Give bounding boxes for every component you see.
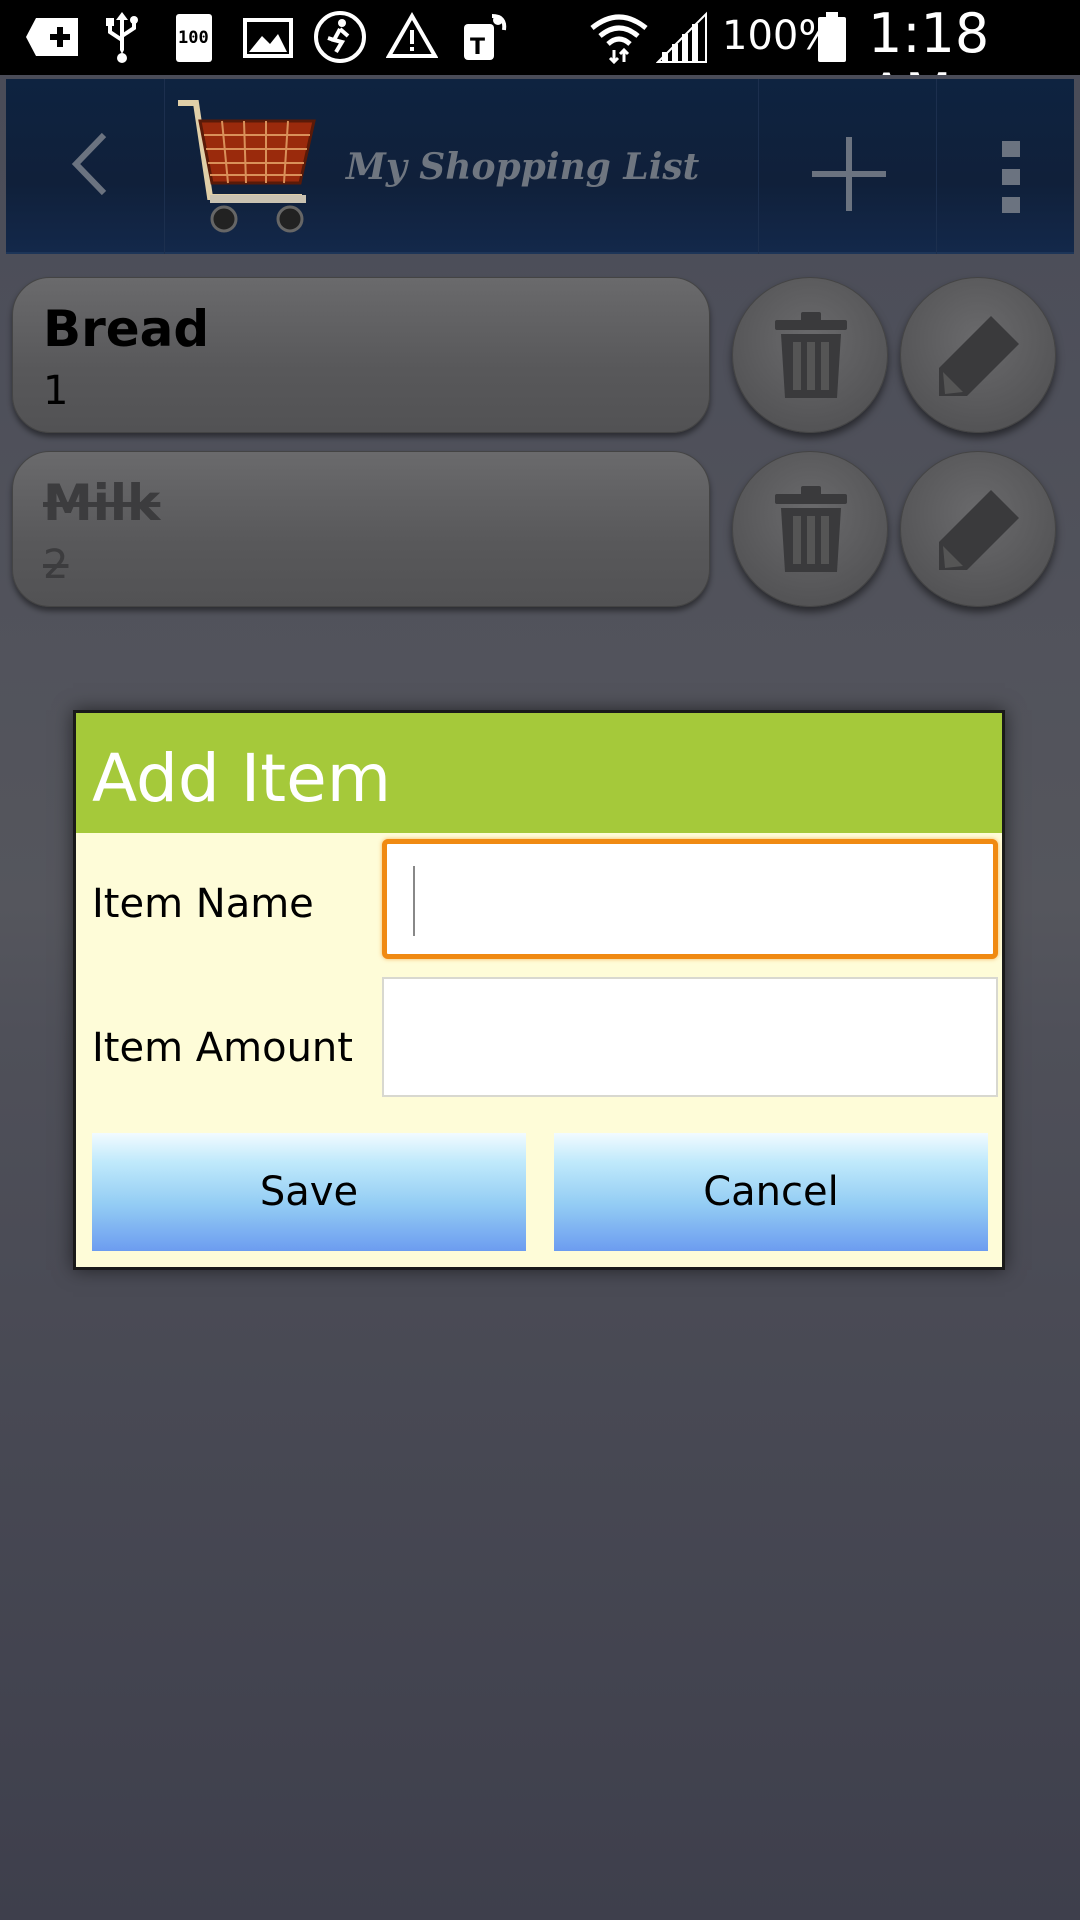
list-item[interactable]: Bread 1 bbox=[12, 277, 710, 433]
cancel-button[interactable]: Cancel bbox=[554, 1133, 988, 1251]
shopping-cart-logo bbox=[178, 100, 316, 233]
list-item[interactable]: Milk 2 bbox=[12, 451, 710, 607]
dialog-header: Add Item bbox=[76, 713, 1002, 833]
image-icon bbox=[243, 18, 293, 58]
pencil-icon bbox=[939, 490, 1019, 570]
add-icon[interactable] bbox=[806, 131, 892, 217]
overflow-menu-icon[interactable] bbox=[991, 137, 1031, 217]
back-icon[interactable] bbox=[46, 119, 136, 209]
item-amount: 2 bbox=[43, 542, 69, 588]
action-bar-divider bbox=[758, 79, 759, 254]
item-amount-label: Item Amount bbox=[92, 1025, 353, 1071]
warning-icon bbox=[386, 11, 438, 58]
delete-item-button[interactable] bbox=[732, 277, 888, 433]
delete-item-button[interactable] bbox=[732, 451, 888, 607]
text-caret bbox=[413, 866, 415, 936]
item-name: Milk bbox=[43, 474, 161, 532]
pencil-icon bbox=[939, 316, 1019, 396]
item-name: Bread bbox=[43, 300, 210, 358]
usb-icon bbox=[106, 12, 138, 63]
trash-icon bbox=[775, 312, 847, 398]
item-name-input[interactable] bbox=[382, 839, 998, 959]
add-notification-icon bbox=[26, 18, 78, 56]
battery-saver-badge: 100 bbox=[178, 28, 209, 48]
action-bar-divider bbox=[164, 79, 165, 254]
trash-icon bbox=[775, 486, 847, 572]
wifi-icon bbox=[590, 14, 648, 64]
action-bar: My Shopping List bbox=[6, 79, 1074, 254]
dialog-title: Add Item bbox=[92, 740, 391, 817]
fitness-icon bbox=[314, 11, 366, 63]
signal-icon bbox=[656, 11, 707, 63]
save-button[interactable]: Save bbox=[92, 1133, 526, 1251]
battery-saver-icon: 100 bbox=[176, 14, 212, 62]
svg-text:T: T bbox=[470, 35, 485, 60]
add-item-dialog: Add Item Item Name Item Amount Save Canc… bbox=[73, 710, 1005, 1270]
edit-item-button[interactable] bbox=[900, 451, 1056, 607]
battery-icon bbox=[818, 12, 846, 62]
item-amount-input[interactable] bbox=[382, 977, 998, 1097]
app-title: My Shopping List bbox=[346, 146, 700, 188]
action-bar-divider bbox=[936, 79, 937, 254]
item-name-label: Item Name bbox=[92, 881, 314, 927]
status-bar: 100 T 100% 1:18 AM bbox=[0, 0, 1080, 124]
tmobile-icon: T bbox=[464, 14, 507, 60]
item-amount: 1 bbox=[43, 368, 69, 414]
edit-item-button[interactable] bbox=[900, 277, 1056, 433]
